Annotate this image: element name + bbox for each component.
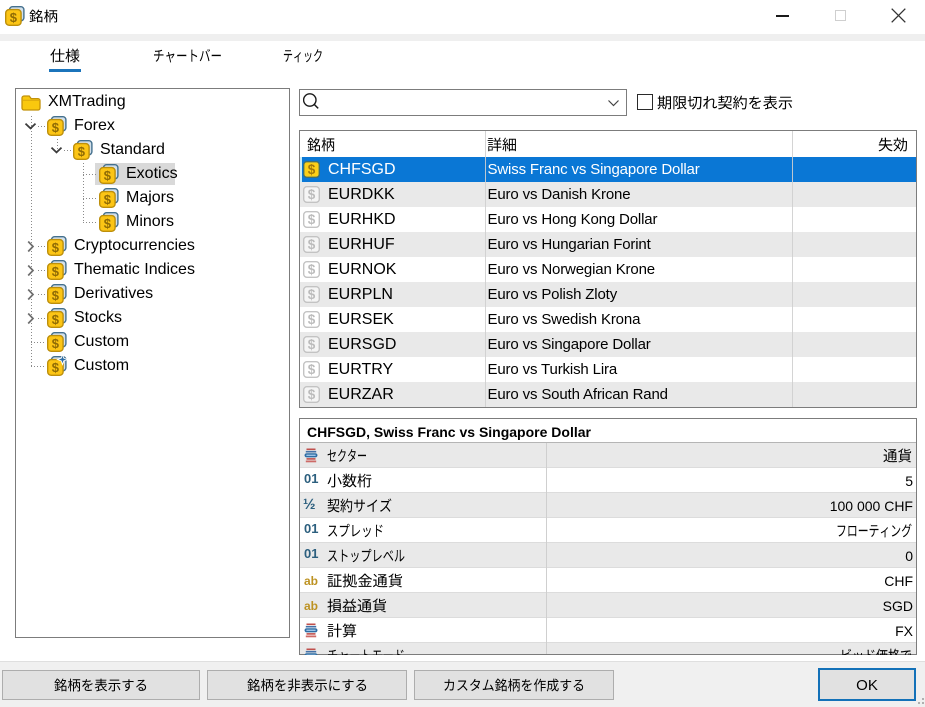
svg-text:$: $ <box>308 162 316 177</box>
svg-text:$: $ <box>104 192 112 207</box>
svg-text:$: $ <box>52 120 60 135</box>
svg-text:$: $ <box>104 216 112 231</box>
svg-text:$: $ <box>308 237 316 252</box>
svg-text:$: $ <box>52 288 60 303</box>
svg-text:$: $ <box>308 312 316 327</box>
svg-text:$: $ <box>308 362 316 377</box>
svg-text:$: $ <box>52 336 60 351</box>
svg-text:$: $ <box>308 212 316 227</box>
svg-text:$: $ <box>52 240 60 255</box>
svg-text:$: $ <box>52 264 60 279</box>
svg-text:$: $ <box>52 312 60 327</box>
svg-text:$: $ <box>308 262 316 277</box>
svg-text:$: $ <box>104 168 112 183</box>
svg-text:$: $ <box>308 287 316 302</box>
svg-text:$: $ <box>52 360 60 375</box>
svg-text:$: $ <box>10 10 18 25</box>
svg-text:$: $ <box>308 337 316 352</box>
svg-text:$: $ <box>308 187 316 202</box>
svg-text:$: $ <box>308 387 316 402</box>
svg-text:$: $ <box>78 144 86 159</box>
